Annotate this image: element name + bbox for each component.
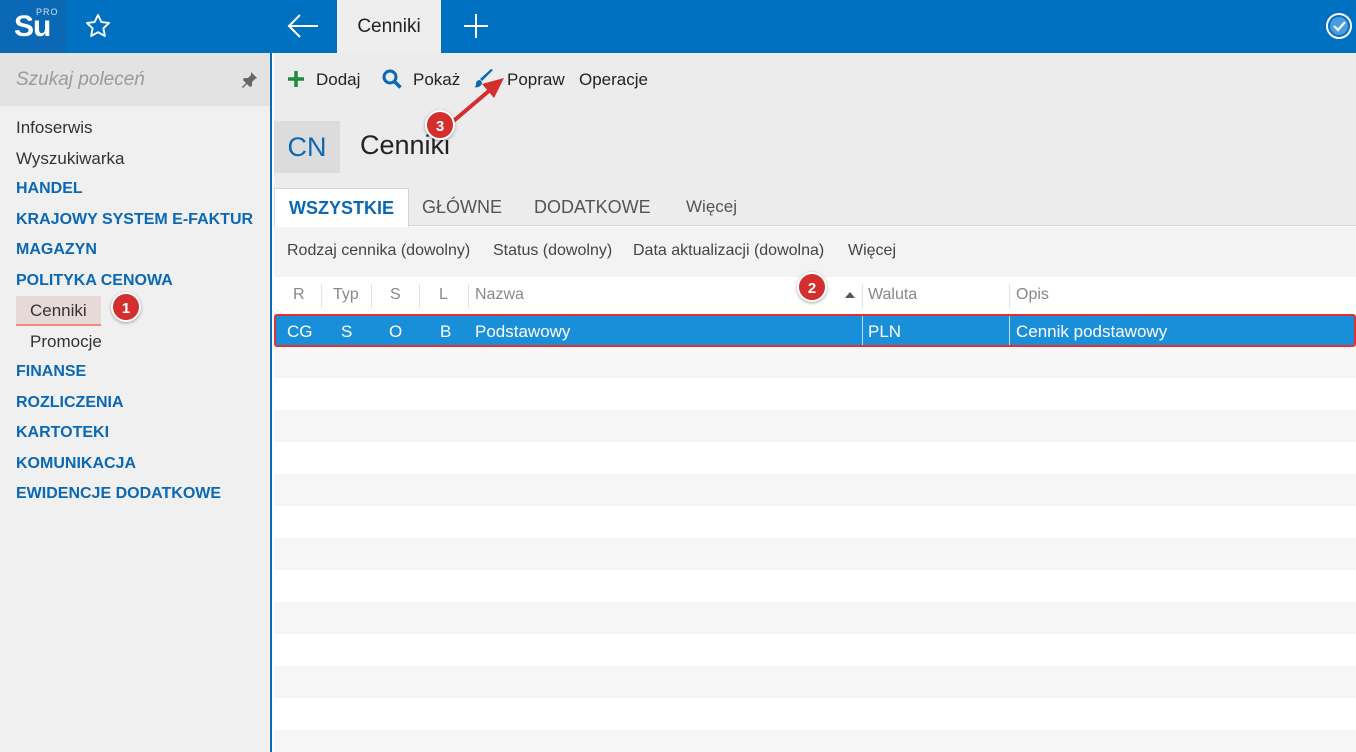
operations-button-label: Operacje (579, 70, 648, 89)
cell-r: CG (287, 322, 313, 341)
empty-row (274, 410, 1356, 442)
sidebar-item-rozliczenia[interactable]: ROZLICZENIA (0, 388, 270, 419)
tab-glowne[interactable]: GŁÓWNE (422, 188, 502, 226)
top-bar: Su PRO Cenniki (0, 0, 1356, 53)
column-separator[interactable] (419, 284, 420, 308)
cell-l: B (440, 322, 452, 341)
search-input[interactable] (16, 69, 226, 91)
annotation-badge-2: 2 (797, 272, 827, 302)
sidebar-item-wyszukiwarka[interactable]: Wyszukiwarka (0, 144, 270, 175)
sidebar-item-ksef[interactable]: KRAJOWY SYSTEM E-FAKTUR (0, 205, 270, 236)
sidebar-item-promocje[interactable]: Promocje (0, 327, 270, 358)
plus-icon (288, 71, 304, 87)
sidebar-item-magazyn[interactable]: MAGAZYN (0, 235, 270, 266)
check-circle-icon[interactable] (1325, 12, 1353, 40)
sidebar-item-handel[interactable]: HANDEL (0, 174, 270, 205)
column-header-r[interactable]: R (293, 286, 305, 304)
logo-pro-label: PRO (36, 7, 59, 17)
sidebar-item-kartoteki[interactable]: KARTOTEKI (0, 418, 270, 449)
filter-status[interactable]: Status (dowolny) (493, 242, 612, 260)
sidebar-item-polityka-cenowa[interactable]: POLITYKA CENOWA (0, 266, 270, 297)
cell-nazwa: Podstawowy (475, 322, 571, 341)
column-separator[interactable] (468, 284, 469, 308)
add-button[interactable]: Dodaj (286, 53, 360, 106)
empty-row (274, 538, 1356, 570)
sidebar-item-infoserwis[interactable]: Infoserwis (0, 113, 270, 144)
module-code: CN (287, 132, 327, 162)
sidebar-item-komunikacja[interactable]: KOMUNIKACJA (0, 449, 270, 480)
column-separator[interactable] (1009, 284, 1010, 308)
pin-icon[interactable] (240, 71, 258, 89)
cell-divider (1009, 316, 1010, 345)
toolbar: Dodaj Pokaż Popraw Operacje (274, 53, 1356, 106)
empty-row (274, 666, 1356, 698)
column-header-opis[interactable]: Opis (1016, 286, 1049, 304)
tab-wiecej[interactable]: Więcej (686, 188, 737, 226)
tab-wszystkie[interactable]: WSZYSTKIE (274, 188, 410, 227)
column-header-l[interactable]: L (439, 286, 448, 304)
module-code-badge: CN (274, 121, 340, 173)
column-separator[interactable] (321, 284, 322, 308)
tab-cenniki-label: Cenniki (357, 16, 421, 37)
table-row[interactable]: CG S O B Podstawowy PLN Cennik podstawow… (274, 314, 1356, 347)
column-header-s[interactable]: S (390, 286, 401, 304)
annotation-badge-3: 3 (425, 110, 455, 140)
tab-cenniki[interactable]: Cenniki (337, 0, 441, 53)
sidebar-item-cenniki-label: Cenniki (16, 296, 101, 326)
filter-data-aktualizacji[interactable]: Data aktualizacji (dowolna) (633, 242, 824, 260)
column-header-waluta[interactable]: Waluta (868, 286, 917, 304)
command-search (0, 53, 270, 106)
operations-button[interactable]: Operacje (579, 53, 648, 106)
empty-row (274, 346, 1356, 378)
sidebar: Infoserwis Wyszukiwarka HANDEL KRAJOWY S… (0, 53, 272, 752)
filter-wiecej[interactable]: Więcej (848, 242, 896, 260)
app-logo[interactable]: Su PRO (0, 0, 66, 53)
column-header-nazwa[interactable]: Nazwa (475, 286, 524, 304)
new-tab-plus-icon[interactable] (463, 13, 489, 39)
cell-opis: Cennik podstawowy (1016, 322, 1168, 341)
cell-divider (862, 316, 863, 345)
annotation-badge-1: 1 (111, 292, 141, 322)
back-arrow-icon[interactable] (286, 12, 320, 40)
favorites-star-icon[interactable] (84, 12, 112, 40)
filter-rodzaj-cennika[interactable]: Rodzaj cennika (dowolny) (287, 242, 470, 260)
sidebar-item-ewidencje-dodatkowe[interactable]: EWIDENCJE DODATKOWE (0, 479, 270, 510)
column-separator[interactable] (862, 284, 863, 308)
cell-waluta: PLN (868, 322, 902, 341)
empty-row (274, 730, 1356, 752)
tab-dodatkowe[interactable]: DODATKOWE (534, 188, 651, 226)
column-header-typ[interactable]: Typ (333, 286, 359, 304)
grid-body: CG S O B Podstawowy PLN Cennik podstawow… (274, 314, 1356, 752)
add-button-label: Dodaj (316, 70, 361, 89)
empty-row (274, 474, 1356, 506)
search-icon (382, 69, 402, 89)
cell-s: O (389, 322, 403, 341)
sidebar-item-finanse[interactable]: FINANSE (0, 357, 270, 388)
list-tabs: WSZYSTKIE GŁÓWNE DODATKOWE Więcej (274, 188, 1356, 227)
edit-button-label: Popraw (507, 70, 565, 89)
filter-bar: Rodzaj cennika (dowolny) Status (dowolny… (274, 227, 1356, 277)
sort-ascending-icon[interactable] (845, 292, 855, 298)
cell-typ: S (341, 322, 353, 341)
column-separator[interactable] (371, 284, 372, 308)
empty-row (274, 602, 1356, 634)
